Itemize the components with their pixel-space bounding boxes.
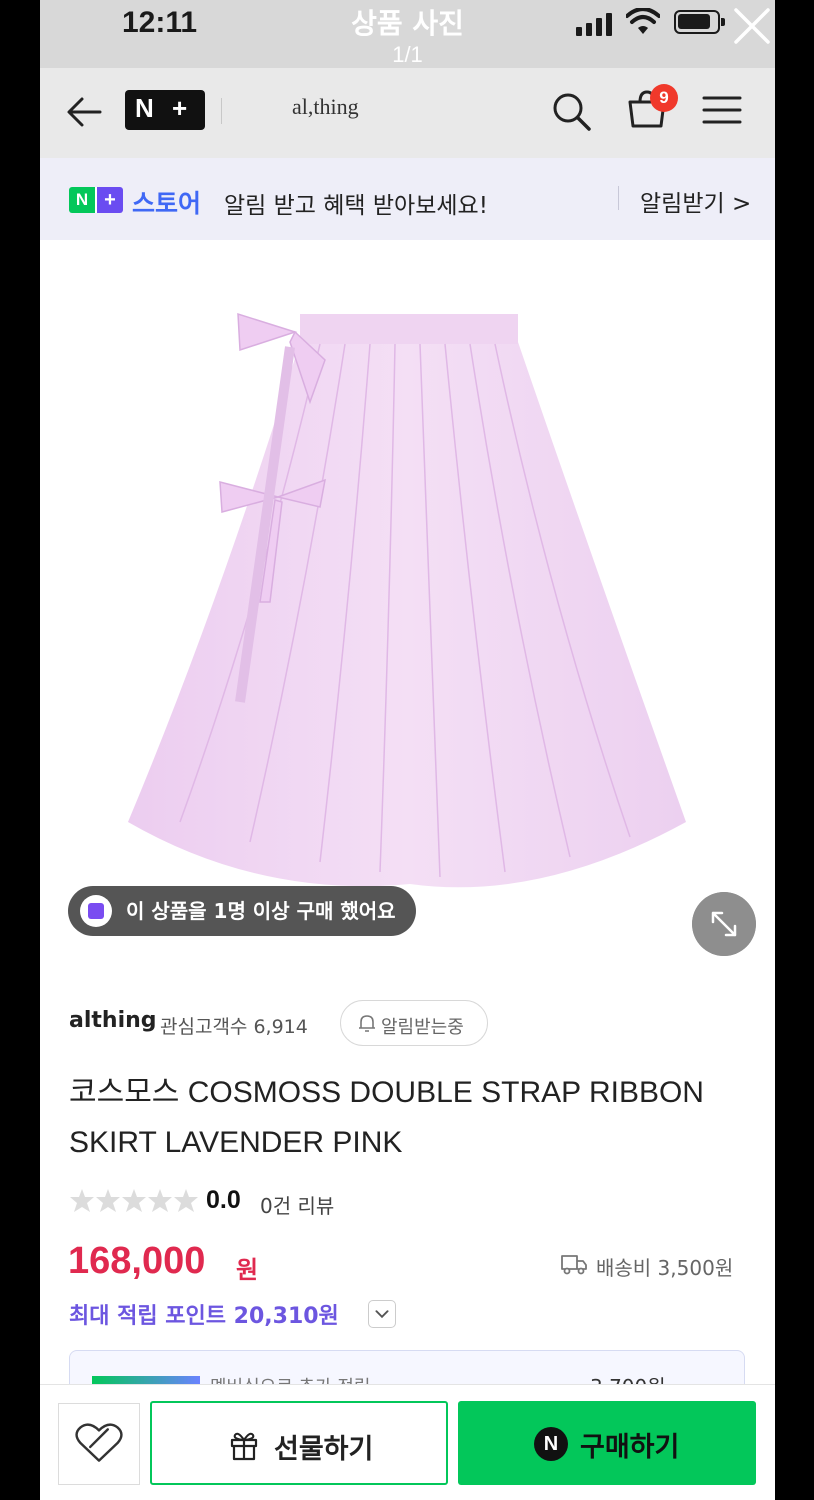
battery-icon	[674, 10, 725, 34]
naver-pay-logo: N	[534, 1427, 568, 1461]
store-header: N + al,thing 9	[40, 68, 775, 158]
product-price: 168,000	[68, 1240, 206, 1282]
naver-plus-logo[interactable]: N +	[125, 90, 205, 130]
back-arrow-icon[interactable]	[64, 92, 104, 132]
naver-plus-store-logo: N +	[69, 187, 123, 213]
subscribe-notifications-link[interactable]: 알림받기 >	[640, 184, 751, 218]
right-letterbox	[775, 0, 814, 1500]
product-image[interactable]: 이 상품을 1명 이상 구매 했어요	[40, 240, 775, 970]
rating-value: 0.0	[206, 1186, 241, 1214]
purchase-count-text: 이 상품을 1명 이상 구매 했어요	[126, 899, 396, 923]
buy-button-label: 구매하기	[580, 1432, 680, 1463]
gift-button[interactable]: 선물하기	[150, 1401, 448, 1485]
store-label: 스토어	[132, 189, 202, 218]
banner-divider	[618, 186, 619, 210]
chevron-down-icon[interactable]	[368, 1300, 396, 1328]
banner-message: 알림 받고 혜택 받아보세요!	[224, 193, 488, 219]
shopping-bag-icon	[80, 895, 112, 927]
expand-image-icon[interactable]	[692, 892, 756, 956]
gift-icon	[230, 1432, 258, 1461]
purchase-count-badge: 이 상품을 1명 이상 구매 했어요	[68, 886, 416, 936]
status-bar: 12:11 상품 사진 1/1	[40, 0, 775, 68]
search-icon[interactable]	[550, 90, 592, 132]
bell-icon	[359, 1015, 375, 1032]
cellular-signal-icon	[576, 12, 616, 36]
gift-button-label: 선물하기	[274, 1434, 374, 1465]
buy-button[interactable]: N 구매하기	[458, 1401, 756, 1485]
skirt-image	[128, 312, 686, 888]
notification-toggle-button[interactable]: 알림받는중	[340, 1000, 488, 1046]
menu-icon[interactable]	[702, 94, 742, 126]
viewer-title: 상품 사진	[351, 7, 464, 40]
review-count[interactable]: 0건 리뷰	[260, 1190, 334, 1219]
close-icon[interactable]	[732, 6, 772, 46]
price-currency: 원	[236, 1256, 259, 1284]
product-title: 코스모스 COSMOSS DOUBLE STRAP RIBBON SKIRT L…	[69, 1076, 704, 1159]
photo-counter: 1/1	[392, 42, 423, 67]
bottom-action-bar: 선물하기 N 구매하기	[40, 1384, 775, 1500]
delivery-truck-icon	[561, 1255, 587, 1275]
notification-toggle-label: 알림받는중	[381, 1017, 464, 1038]
header-divider	[221, 98, 222, 124]
store-notification-banner: N + 스토어 알림 받고 혜택 받아보세요! 알림받기 >	[40, 158, 775, 240]
membership-tag	[92, 1376, 200, 1384]
max-points: 최대 적립 포인트 20,310원	[69, 1304, 339, 1329]
wishlist-heart-icon[interactable]	[58, 1403, 140, 1485]
cart-count-badge: 9	[650, 84, 678, 112]
wifi-icon	[626, 8, 660, 34]
seller-name[interactable]: althing	[69, 1008, 157, 1033]
shipping-fee: 배송비 3,500원	[596, 1256, 734, 1280]
follower-count: 관심고객수 6,914	[160, 1016, 308, 1038]
phone-screen: 12:11 상품 사진 1/1 N + al,thing 9 N + 스토어 알…	[40, 0, 775, 1500]
store-brand[interactable]: al,thing	[292, 94, 359, 120]
rating-stars-icon	[70, 1189, 198, 1212]
